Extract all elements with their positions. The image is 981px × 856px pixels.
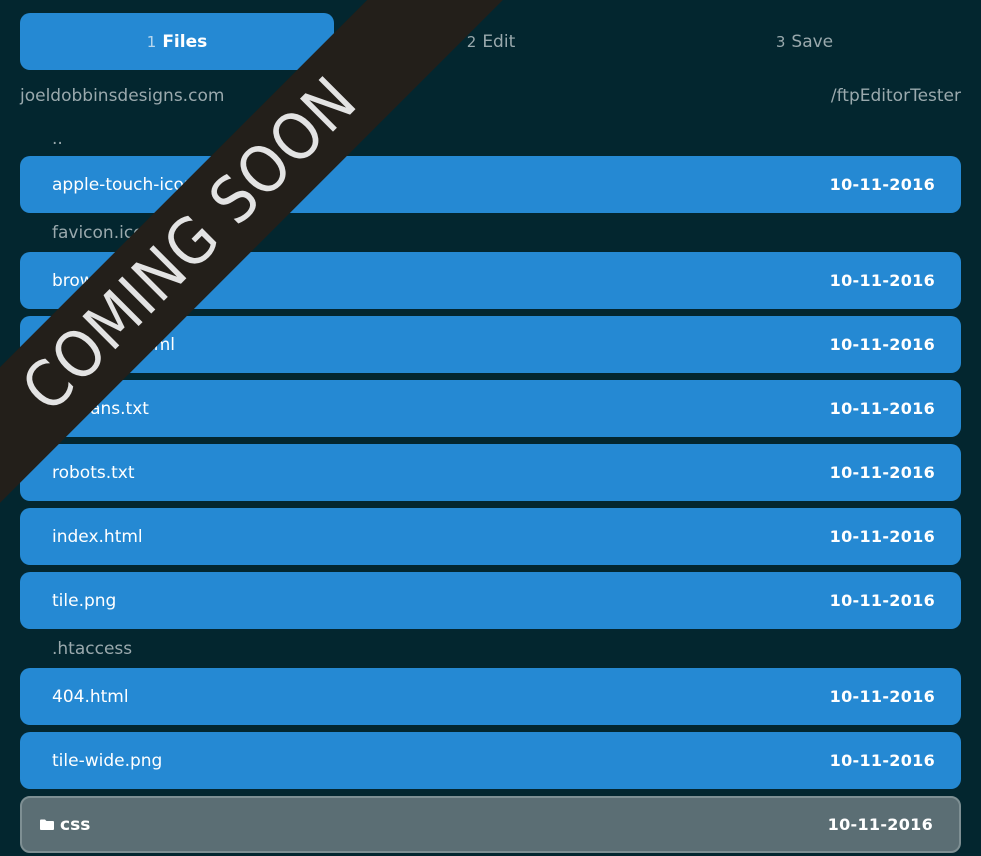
tab-files[interactable]: 1 Files (20, 13, 334, 70)
ftp-editor-page: 1 Files 2 Edit 3 Save joeldobbinsdesigns… (0, 0, 981, 856)
tab-files-number: 1 (146, 32, 157, 51)
current-directory: /ftpEditorTester (830, 86, 961, 106)
file-row[interactable]: apple-touch-icon.png 10-11-2016 (20, 156, 961, 213)
folder-icon (40, 819, 54, 830)
file-row[interactable]: index-old.html 10-11-2016 (20, 316, 961, 373)
file-name: robots.txt (52, 462, 135, 483)
file-row-plain[interactable]: .htaccess (20, 637, 961, 661)
tab-save-label: Save (791, 31, 834, 52)
file-name: tile.png (52, 590, 117, 611)
file-row[interactable]: 404.html 10-11-2016 (20, 668, 961, 725)
path-bar: joeldobbinsdesigns.com /ftpEditorTester (20, 86, 961, 108)
file-name: tile-wide.png (52, 750, 163, 771)
file-date: 10-11-2016 (829, 527, 935, 546)
file-row[interactable]: tile-wide.png 10-11-2016 (20, 732, 961, 789)
host-name: joeldobbinsdesigns.com (20, 86, 225, 106)
file-name: css (60, 814, 91, 835)
file-name: index-old.html (52, 334, 176, 355)
tab-files-label: Files (162, 31, 208, 52)
file-date: 10-11-2016 (829, 591, 935, 610)
file-name: browserconfig.xml (52, 270, 209, 291)
file-name: favicon.ico (52, 223, 144, 243)
file-date: 10-11-2016 (829, 335, 935, 354)
tab-edit-number: 2 (466, 32, 477, 51)
file-name: 404.html (52, 686, 129, 707)
file-name: .htaccess (52, 639, 133, 659)
file-name: humans.txt (52, 398, 149, 419)
file-row-plain[interactable]: favicon.ico (20, 221, 961, 245)
file-row[interactable]: robots.txt 10-11-2016 (20, 444, 961, 501)
file-date: 10-11-2016 (829, 271, 935, 290)
file-date: 10-11-2016 (829, 463, 935, 482)
file-name: .. (52, 129, 63, 149)
file-row[interactable]: humans.txt 10-11-2016 (20, 380, 961, 437)
tab-edit[interactable]: 2 Edit (334, 13, 648, 70)
file-date: 10-11-2016 (829, 399, 935, 418)
file-name: apple-touch-icon.png (52, 174, 233, 195)
step-tabs: 1 Files 2 Edit 3 Save (20, 13, 961, 70)
file-row[interactable]: tile.png 10-11-2016 (20, 572, 961, 629)
file-date: 10-11-2016 (827, 815, 933, 834)
list-item-parent-directory[interactable]: .. (20, 127, 961, 151)
folder-name-wrap: css (40, 815, 90, 835)
folder-row[interactable]: css 10-11-2016 (20, 796, 961, 853)
tab-save[interactable]: 3 Save (648, 13, 961, 70)
file-date: 10-11-2016 (829, 751, 935, 770)
file-name: index.html (52, 526, 143, 547)
file-row[interactable]: index.html 10-11-2016 (20, 508, 961, 565)
tab-edit-label: Edit (482, 31, 516, 52)
tab-save-number: 3 (775, 32, 786, 51)
file-date: 10-11-2016 (829, 687, 935, 706)
file-row[interactable]: browserconfig.xml 10-11-2016 (20, 252, 961, 309)
file-date: 10-11-2016 (829, 175, 935, 194)
